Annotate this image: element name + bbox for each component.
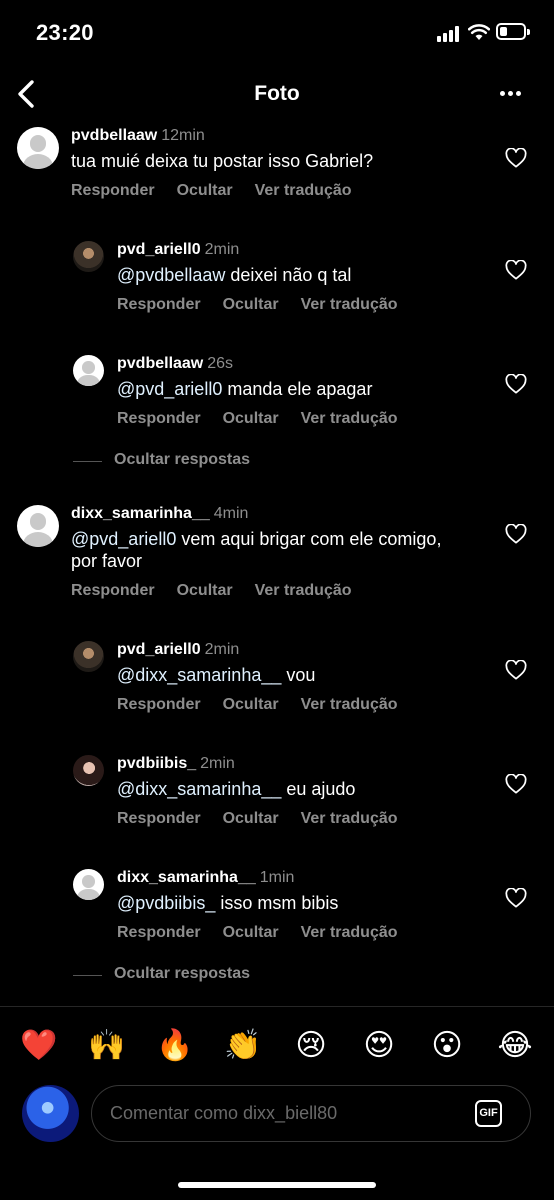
comment-username[interactable]: pvdbiibis_ [117,755,196,772]
comment-text: @dixx_samarinha__ vou [117,665,316,685]
comment-time: 2min [204,641,240,658]
divider [0,1006,554,1007]
heart-icon[interactable] [505,374,527,394]
hide-button[interactable]: Ocultar [223,924,279,941]
emoji-raised-hands[interactable]: 🙌 [87,1026,127,1066]
emoji-fire[interactable]: 🔥 [155,1026,195,1066]
reply-button[interactable]: Responder [117,410,201,427]
status-time: 23:20 [36,20,94,45]
reply-button[interactable]: Responder [117,810,201,827]
hide-button[interactable]: Ocultar [223,696,279,713]
wifi-icon [468,24,490,40]
reply-button[interactable]: Responder [117,296,201,313]
comment-username[interactable]: pvd_ariell0 [117,641,201,658]
comment-username[interactable]: dixx_samarinha__ [117,869,256,886]
current-user-avatar [22,1085,79,1142]
translate-button[interactable]: Ver tradução [301,296,398,313]
heart-icon[interactable] [505,774,527,794]
ellipsis-icon[interactable] [498,88,524,98]
hide-replies-button[interactable]: Ocultar respostas [73,965,373,985]
comment-text: @pvdbellaaw deixei não q tal [117,265,352,285]
battery-icon [496,23,530,40]
heart-icon[interactable] [505,888,527,908]
emoji-heart[interactable]: ❤️ [19,1026,59,1066]
avatar[interactable] [73,869,104,900]
translate-button[interactable]: Ver tradução [255,582,352,599]
avatar[interactable] [17,127,59,169]
translate-button[interactable]: Ver tradução [255,182,352,199]
comment-text: @pvd_ariell0 manda ele apagar [117,379,373,399]
comment-text: @dixx_samarinha__ eu ajudo [117,779,356,799]
reply-button[interactable]: Responder [117,696,201,713]
comment-username[interactable]: pvdbellaaw [117,355,203,372]
comment-username[interactable]: pvd_ariell0 [117,241,201,258]
translate-button[interactable]: Ver tradução [301,696,398,713]
comment-time: 2min [204,241,240,258]
status-bar: 23:20 [0,0,554,66]
heart-icon[interactable] [505,148,527,168]
heart-icon[interactable] [505,260,527,280]
comment-time: 1min [259,869,295,886]
signal-icon [437,26,461,42]
gif-button[interactable]: GIF [475,1100,502,1127]
emoji-laughing[interactable]: 😂 [495,1026,535,1066]
comment-text: @pvdbiibis_ isso msm bibis [117,893,339,913]
hide-button[interactable]: Ocultar [177,582,233,599]
emoji-crying[interactable]: 😢 [291,1026,331,1066]
avatar[interactable] [73,641,104,672]
comment-username[interactable]: dixx_samarinha__ [71,505,210,522]
hide-button[interactable]: Ocultar [177,182,233,199]
hide-button[interactable]: Ocultar [223,810,279,827]
avatar[interactable] [73,241,104,272]
reply-button[interactable]: Responder [71,582,155,599]
hide-button[interactable]: Ocultar [223,410,279,427]
page-title: Foto [254,82,300,105]
emoji-quick-bar: ❤️ 🙌 🔥 👏 😢 😍 😮 😂 [0,1026,554,1066]
hide-replies-button[interactable]: Ocultar respostas [73,451,373,471]
comment-input[interactable]: Comentar como dixx_biell80 GIF [91,1085,531,1142]
heart-icon[interactable] [505,660,527,680]
translate-button[interactable]: Ver tradução [301,410,398,427]
emoji-surprised[interactable]: 😮 [427,1026,467,1066]
comment-text: tua muié deixa tu postar isso Gabriel? [71,151,374,171]
comment-placeholder: Comentar como dixx_biell80 [110,1103,338,1123]
translate-button[interactable]: Ver tradução [301,924,398,941]
comment-time: 4min [213,505,249,522]
comment-time: 26s [207,355,234,372]
reply-button[interactable]: Responder [71,182,155,199]
comment-time: 2min [200,755,235,772]
comment-username[interactable]: pvdbellaaw [71,127,157,144]
reply-button[interactable]: Responder [117,924,201,941]
avatar[interactable] [73,355,104,386]
heart-icon[interactable] [505,524,527,544]
avatar[interactable] [73,755,104,786]
comment-text: @pvd_ariell0 vem aqui brigar com ele com… [71,529,442,571]
emoji-clap[interactable]: 👏 [223,1026,263,1066]
emoji-heart-eyes[interactable]: 😍 [359,1026,399,1066]
comment-list[interactable]: pvdbellaaw 12min tua muié deixa tu postar… [0,122,554,1002]
avatar[interactable] [17,505,59,547]
home-indicator[interactable] [178,1182,376,1188]
top-nav: Foto [0,66,554,122]
hide-button[interactable]: Ocultar [223,296,279,313]
comment-time: 12min [161,127,205,144]
translate-button[interactable]: Ver tradução [301,810,398,827]
